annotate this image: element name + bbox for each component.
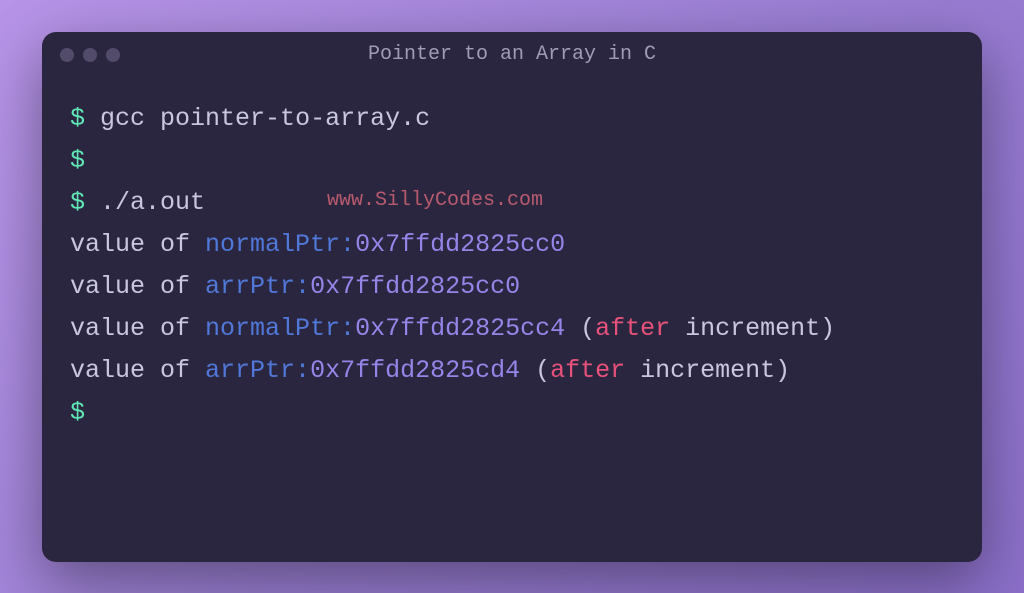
window-title: Pointer to an Array in C bbox=[368, 43, 656, 66]
prompt-symbol: $ bbox=[70, 146, 85, 175]
variable-name: normalPtr: bbox=[205, 230, 355, 259]
watermark: www.SillyCodes.com bbox=[327, 189, 543, 212]
terminal-output-line: value of arrPtr:0x7ffdd2825cd4 (after in… bbox=[70, 350, 954, 392]
paren-open: ( bbox=[565, 314, 595, 343]
prompt-symbol: $ bbox=[70, 398, 85, 427]
terminal-window: Pointer to an Array in C www.SillyCodes.… bbox=[42, 32, 982, 562]
paren-close: increment) bbox=[670, 314, 835, 343]
output-label: value of bbox=[70, 272, 205, 301]
terminal-output-line: value of arrPtr:0x7ffdd2825cc0 bbox=[70, 266, 954, 308]
variable-name: arrPtr: bbox=[205, 272, 310, 301]
hex-address: 0x7ffdd2825cc0 bbox=[310, 272, 520, 301]
maximize-icon[interactable] bbox=[106, 48, 120, 62]
variable-name: normalPtr: bbox=[205, 314, 355, 343]
output-label: value of bbox=[70, 314, 205, 343]
output-label: value of bbox=[70, 356, 205, 385]
terminal-line: $ gcc pointer-to-array.c bbox=[70, 98, 954, 140]
command-text: gcc pointer-to-array.c bbox=[85, 104, 430, 133]
hex-address: 0x7ffdd2825cc0 bbox=[355, 230, 565, 259]
keyword: after bbox=[595, 314, 670, 343]
keyword: after bbox=[550, 356, 625, 385]
hex-address: 0x7ffdd2825cd4 bbox=[310, 356, 520, 385]
command-text: ./a.out bbox=[85, 188, 205, 217]
output-label: value of bbox=[70, 230, 205, 259]
terminal-output-line: value of normalPtr:0x7ffdd2825cc0 bbox=[70, 224, 954, 266]
prompt-symbol: $ bbox=[70, 188, 85, 217]
terminal-output-line: value of normalPtr:0x7ffdd2825cc4 (after… bbox=[70, 308, 954, 350]
paren-close: increment) bbox=[625, 356, 790, 385]
title-bar: Pointer to an Array in C bbox=[42, 32, 982, 78]
hex-address: 0x7ffdd2825cc4 bbox=[355, 314, 565, 343]
minimize-icon[interactable] bbox=[83, 48, 97, 62]
variable-name: arrPtr: bbox=[205, 356, 310, 385]
window-controls bbox=[60, 48, 120, 62]
terminal-line: $ bbox=[70, 140, 954, 182]
paren-open: ( bbox=[520, 356, 550, 385]
terminal-body[interactable]: www.SillyCodes.com $ gcc pointer-to-arra… bbox=[42, 78, 982, 562]
close-icon[interactable] bbox=[60, 48, 74, 62]
prompt-symbol: $ bbox=[70, 104, 85, 133]
terminal-line: $ bbox=[70, 392, 954, 434]
